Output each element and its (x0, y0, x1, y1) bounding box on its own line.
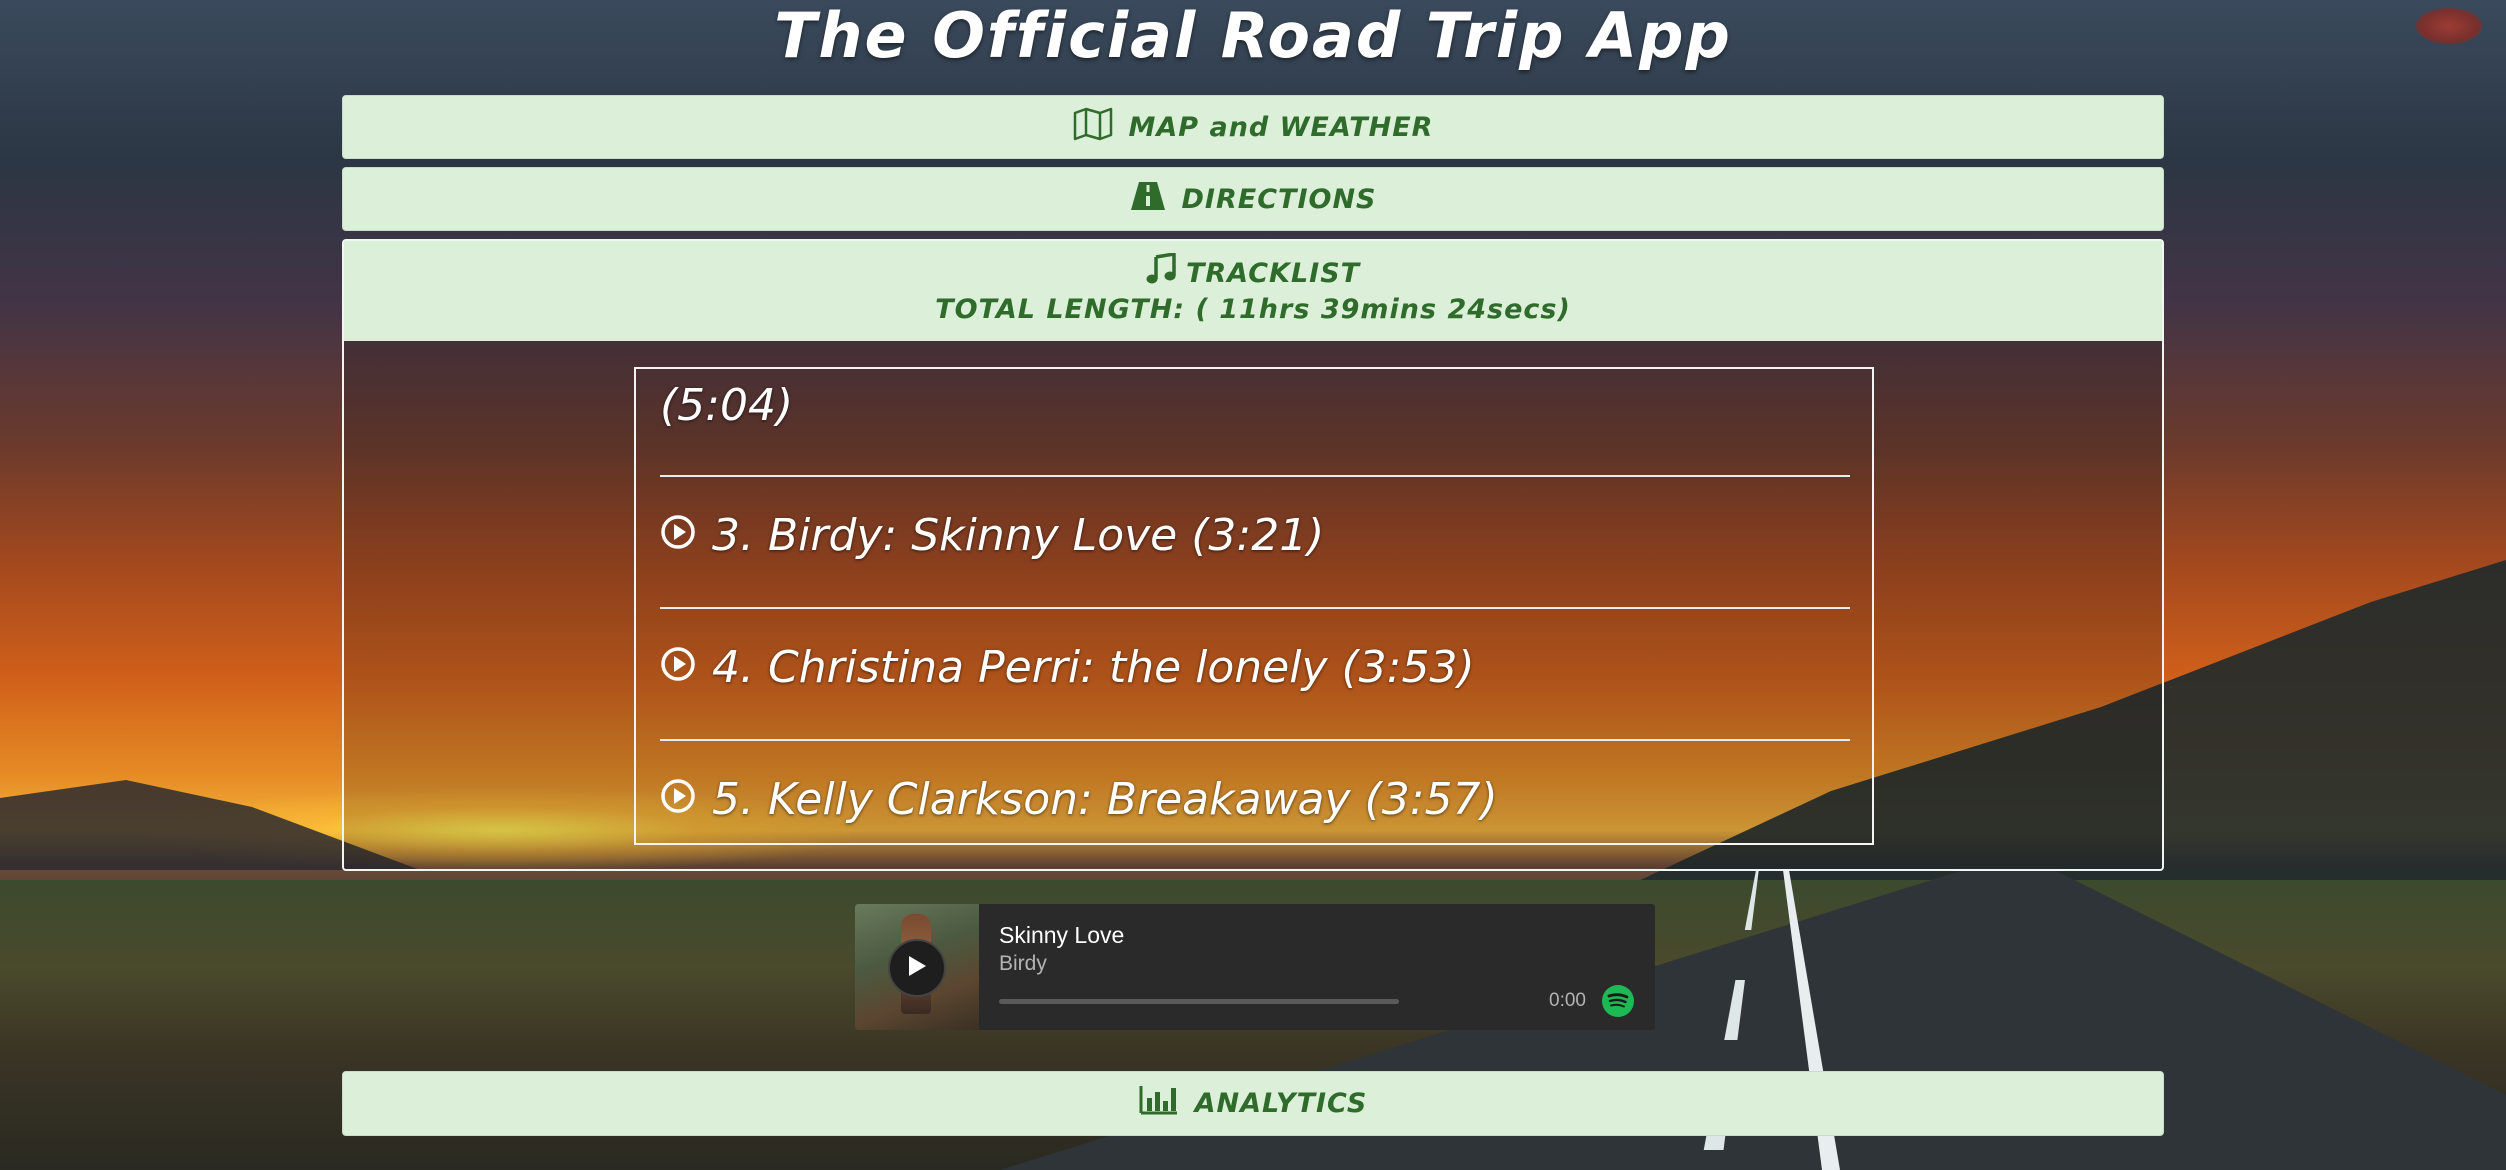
track-item[interactable]: 3. Birdy: Skinny Love (3:21) (660, 509, 1850, 563)
page-title: The Official Road Trip App (774, 0, 1732, 72)
player-artist: Birdy (999, 952, 1047, 975)
track-list[interactable]: (5:04) 3. Birdy: Skinny Love (3:21) 4. C… (634, 367, 1874, 845)
map-weather-label: MAP and WEATHER (1128, 111, 1434, 143)
track-item[interactable]: 4. Christina Perri: the lonely (3:53) (660, 641, 1850, 695)
track-divider (660, 607, 1850, 609)
analytics-label: ANALYTICS (1194, 1088, 1368, 1119)
player-song-title: Skinny Love (999, 922, 1125, 948)
directions-panel-toggle[interactable]: DIRECTIONS (342, 167, 2164, 231)
track-label: 4. Christina Perri: the lonely (3:53) (712, 642, 1475, 693)
play-circle-icon[interactable] (660, 641, 712, 695)
map-icon (1073, 107, 1129, 148)
tracklist-panel: TRACKLIST TOTAL LENGTH: ( 11hrs 39mins 2… (342, 239, 2164, 871)
track-divider (660, 739, 1850, 741)
track-label: 5. Kelly Clarkson: Breakaway (3:57) (712, 774, 1498, 825)
analytics-panel-toggle[interactable]: ANALYTICS (342, 1071, 2164, 1136)
spotify-logo-icon[interactable] (1601, 984, 1635, 1018)
play-button[interactable] (888, 939, 946, 997)
bar-chart-icon (1139, 1084, 1195, 1123)
track-label: 3. Birdy: Skinny Love (3:21) (712, 510, 1325, 561)
road-icon (1130, 181, 1182, 218)
tracklist-panel-toggle[interactable]: TRACKLIST TOTAL LENGTH: ( 11hrs 39mins 2… (344, 241, 2162, 341)
track-item[interactable]: (5:04) (660, 379, 1850, 433)
track-divider (660, 475, 1850, 477)
play-circle-icon[interactable] (660, 509, 712, 563)
play-icon (906, 954, 928, 983)
play-circle-icon[interactable] (660, 773, 712, 827)
corner-logo (2416, 8, 2482, 44)
map-weather-panel-toggle[interactable]: MAP and WEATHER (342, 95, 2164, 159)
tracklist-total-length: TOTAL LENGTH: ( 11hrs 39mins 24secs) (935, 294, 1571, 325)
directions-label: DIRECTIONS (1181, 183, 1377, 215)
track-label: (5:04) (660, 380, 794, 431)
player-time: 0:00 (1549, 990, 1586, 1011)
tracklist-label: TRACKLIST (1185, 257, 1361, 289)
spotify-player: Skinny Love Birdy 0:00 (855, 904, 1655, 1030)
track-item[interactable]: 5. Kelly Clarkson: Breakaway (3:57) (660, 773, 1850, 827)
player-progress-bar[interactable] (999, 999, 1399, 1004)
music-note-icon (1146, 251, 1186, 294)
